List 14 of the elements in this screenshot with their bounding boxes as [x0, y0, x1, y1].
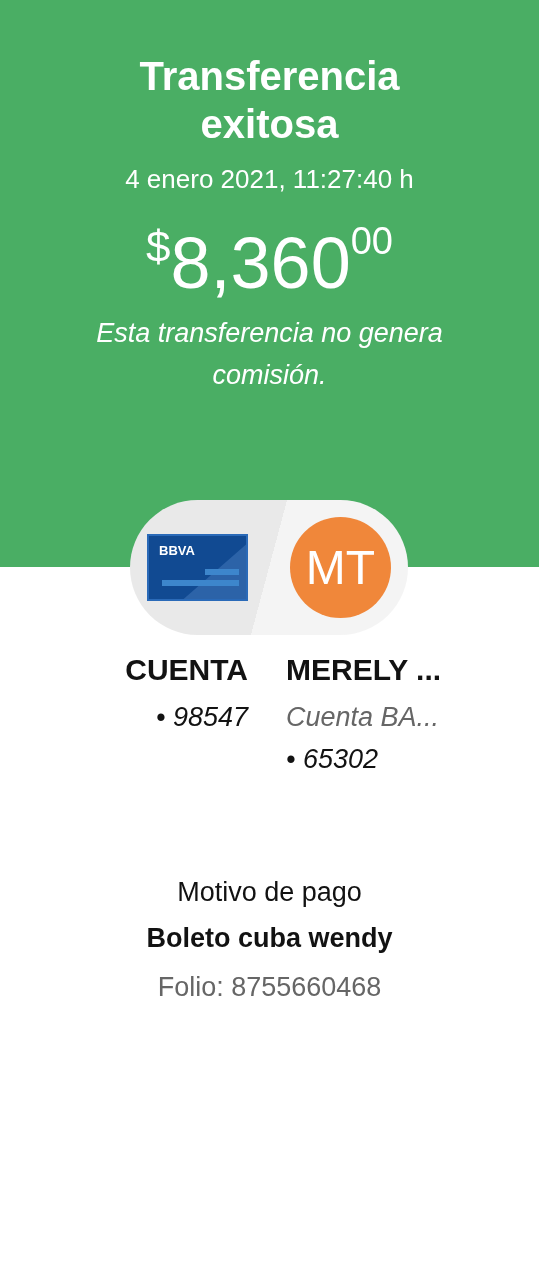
origin-name: CUENTA: [124, 652, 248, 688]
title: Transferencia exitosa: [138, 53, 401, 148]
payment-reason: Boleto cuba wendy: [145, 922, 394, 956]
bank-logo-text: BBVA: [159, 542, 195, 560]
avatar: MT: [290, 517, 391, 618]
amount: $^{$}$8,360$^{00}$: [145, 227, 394, 299]
folio: Folio: 8755660468: [156, 970, 383, 1004]
recipient-account: • 65302: [286, 743, 380, 776]
recipient-name: MERELY ...: [286, 652, 443, 688]
date-time: 4 enero 2021, 11:27:40 h: [124, 163, 415, 196]
commission-note: Esta transferencia no genera comisión.: [95, 317, 444, 392]
payment-label: Motivo de pago: [176, 875, 363, 909]
origin-account: • 98547: [154, 701, 248, 734]
recipient-bank: Cuenta BA...: [286, 701, 441, 734]
